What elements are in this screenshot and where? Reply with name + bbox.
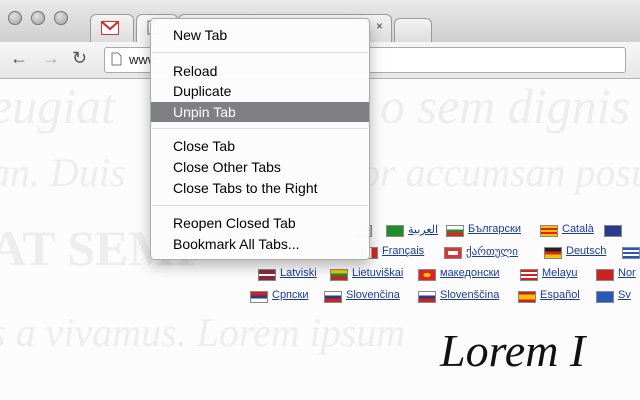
flag-icon	[596, 269, 614, 281]
minimize-window-button[interactable]	[31, 11, 45, 25]
language-link[interactable]: Slovenčina	[346, 289, 400, 301]
close-window-button[interactable]	[8, 11, 22, 25]
flag-icon	[544, 247, 562, 259]
language-link[interactable]: العربية	[408, 223, 438, 236]
menu-separator	[152, 128, 368, 129]
ghost-text: or accumsan posu	[360, 150, 640, 195]
ghost-text: an. Duis	[0, 150, 126, 195]
new-tab-button[interactable]	[394, 18, 432, 43]
flag-icon	[446, 225, 464, 237]
zoom-window-button[interactable]	[54, 11, 68, 25]
tab-close-icon[interactable]: ×	[376, 19, 383, 33]
language-link[interactable]: Nor	[618, 267, 636, 279]
back-arrow-icon[interactable]: ←	[10, 48, 28, 69]
menu-item-close-tabs-right[interactable]: Close Tabs to the Right	[151, 178, 369, 198]
flag-icon	[622, 247, 640, 259]
flag-icon	[250, 291, 268, 303]
flag-icon	[520, 269, 538, 281]
menu-separator	[152, 205, 368, 206]
language-link[interactable]: Deutsch	[566, 245, 606, 257]
language-link[interactable]: Melayu	[542, 267, 577, 279]
language-link[interactable]: Српски	[272, 289, 308, 301]
flag-icon	[418, 291, 436, 303]
flag-icon	[330, 269, 348, 281]
flag-icon	[324, 291, 342, 303]
menu-separator	[152, 52, 368, 53]
menu-item-bookmark-all-tabs[interactable]: Bookmark All Tabs...	[151, 234, 369, 254]
tab-context-menu: New Tab Reload Duplicate Unpin Tab Close…	[150, 18, 370, 260]
menu-item-reopen-closed-tab[interactable]: Reopen Closed Tab	[151, 213, 369, 233]
forward-arrow-icon[interactable]: →	[42, 48, 60, 69]
language-link[interactable]: Български	[468, 223, 521, 235]
flag-icon	[540, 225, 558, 237]
ghost-text: o sem dignis	[380, 79, 630, 134]
flag-icon	[604, 225, 622, 237]
language-link[interactable]: Latviski	[280, 267, 317, 279]
language-link[interactable]: ქართული	[466, 245, 518, 258]
language-link[interactable]: Sv	[618, 289, 631, 301]
ghost-text: s a vivamus. Lorem ipsum	[0, 310, 406, 355]
reload-icon[interactable]: ↻	[72, 48, 87, 69]
menu-item-close-tab[interactable]: Close Tab	[151, 136, 369, 156]
language-link[interactable]: Slovenščina	[440, 289, 499, 301]
page-icon	[111, 52, 122, 66]
language-link[interactable]: Català	[562, 223, 594, 235]
menu-item-duplicate[interactable]: Duplicate	[151, 81, 369, 101]
gmail-icon	[101, 21, 119, 35]
flag-icon	[386, 225, 404, 237]
menu-item-new-tab[interactable]: New Tab	[151, 25, 369, 45]
menu-item-reload[interactable]: Reload	[151, 61, 369, 81]
menu-item-close-other-tabs[interactable]: Close Other Tabs	[151, 157, 369, 177]
language-link[interactable]: Español	[540, 289, 580, 301]
flag-icon	[444, 247, 462, 259]
language-link[interactable]: македонски	[440, 267, 500, 279]
hero-text: Lorem I	[440, 325, 586, 376]
language-link[interactable]: Lietuviškai	[352, 267, 403, 279]
flag-icon	[596, 291, 614, 303]
menu-item-unpin-tab[interactable]: Unpin Tab	[151, 102, 369, 122]
ghost-text: eugiat	[0, 79, 115, 134]
flag-icon	[518, 291, 536, 303]
flag-icon	[258, 269, 276, 281]
language-link[interactable]: Français	[382, 245, 424, 257]
pinned-tab-gmail[interactable]	[90, 14, 134, 43]
flag-icon	[418, 269, 436, 281]
